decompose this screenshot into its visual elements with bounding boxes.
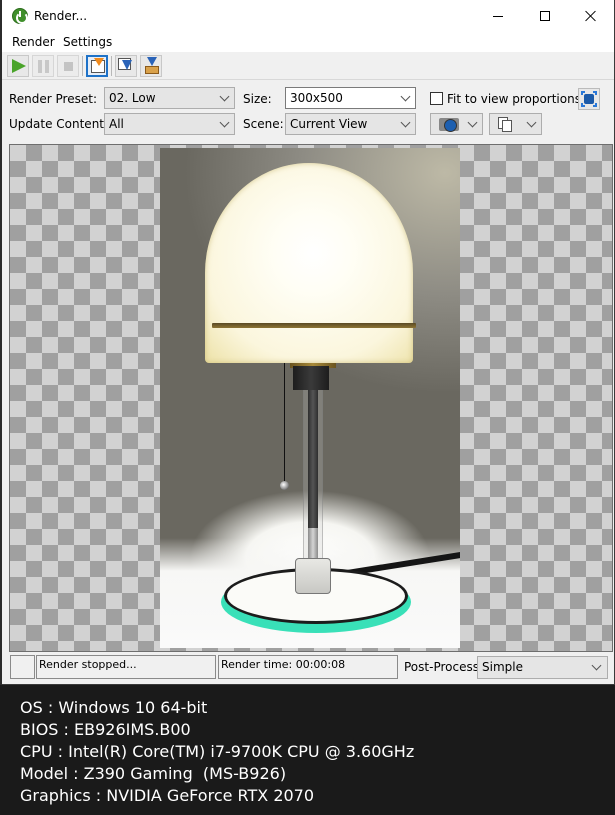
close-icon <box>585 10 597 22</box>
render-preset-label: Render Preset: <box>9 92 97 106</box>
chevron-down-icon <box>400 91 411 102</box>
lamp-socket <box>293 366 329 390</box>
post-process-dropdown[interactable]: Simple <box>477 656 608 679</box>
graphics-info: Graphics : NVIDIA GeForce RTX 2070 <box>20 786 315 805</box>
lamp-foot <box>295 558 331 594</box>
scene-dropdown[interactable]: Current View <box>285 113 416 135</box>
size-label: Size: <box>243 92 272 106</box>
os-info: OS : Windows 10 64-bit <box>20 698 208 717</box>
corner-mark <box>581 91 585 95</box>
size-value: 300x500 <box>290 91 343 105</box>
save-image-button[interactable] <box>86 55 108 77</box>
post-process-value: Simple <box>482 660 523 674</box>
maximize-button[interactable] <box>522 0 568 32</box>
render-window: Render... Render Settings Render Preset:… <box>0 0 615 685</box>
menu-settings[interactable]: Settings <box>63 35 112 49</box>
copy-image-button[interactable] <box>115 55 137 77</box>
toolbar <box>1 52 614 80</box>
window-edge <box>0 0 2 685</box>
render-preset-value: 02. Low <box>109 91 156 105</box>
arrow-down-icon <box>122 60 132 70</box>
window-title: Render... <box>34 9 88 23</box>
cpu-info: CPU : Intel(R) Core(TM) i7-9700K CPU @ 3… <box>20 742 415 761</box>
start-render-button[interactable] <box>7 55 29 77</box>
scene-label: Scene: <box>243 117 284 131</box>
title-bar[interactable]: Render... <box>1 0 614 32</box>
corner-mark <box>581 103 585 107</box>
documents-icon <box>498 117 514 132</box>
copy-options-dropdown[interactable] <box>489 113 542 135</box>
close-button[interactable] <box>568 0 614 32</box>
pause-icon <box>38 60 49 73</box>
arrow-down-icon <box>147 57 157 66</box>
toolbar-separator <box>111 56 112 76</box>
render-time: Render time: 00:00:08 <box>218 655 398 679</box>
render-status-text: Render stopped... <box>39 658 137 671</box>
chevron-down-icon <box>219 91 230 102</box>
render-preset-dropdown[interactable]: 02. Low <box>104 87 235 109</box>
stop-render-button[interactable] <box>57 55 79 77</box>
system-info-overlay: OS : Windows 10 64-bit BIOS : EB926IMS.B… <box>20 697 414 807</box>
minimize-button[interactable] <box>475 0 521 32</box>
lamp-pull-cord <box>284 353 285 483</box>
chevron-down-icon <box>526 117 537 128</box>
toolbar-separator <box>82 56 83 76</box>
lamp-globe-rim <box>212 323 416 328</box>
lamp-globe <box>205 163 413 363</box>
camera-dropdown[interactable] <box>430 113 483 135</box>
post-process-label: Post-Process: <box>404 660 484 674</box>
rendered-image <box>160 148 460 648</box>
export-button[interactable] <box>140 55 162 77</box>
power-icon <box>12 8 28 24</box>
status-indicator <box>10 655 35 679</box>
chevron-down-icon <box>400 117 411 128</box>
fit-to-view-label[interactable]: Fit to view proportions <box>447 92 581 106</box>
render-viewport[interactable] <box>9 144 613 652</box>
corner-mark <box>593 91 597 95</box>
pause-render-button[interactable] <box>32 55 54 77</box>
scene-value: Current View <box>290 117 368 131</box>
model-info: Model : Z390 Gaming (MS-B926) <box>20 764 287 783</box>
fit-view-button[interactable] <box>578 88 600 110</box>
update-content-label: Update Content: <box>9 117 109 131</box>
chevron-down-icon <box>591 660 602 671</box>
bios-info: BIOS : EB926IMS.B00 <box>20 720 191 739</box>
minimize-icon <box>493 15 503 17</box>
corner-mark <box>593 103 597 107</box>
render-time-text: Render time: 00:00:08 <box>221 658 346 671</box>
page-shape <box>502 120 512 132</box>
download-arrow-icon <box>94 58 104 66</box>
play-icon <box>12 59 26 73</box>
export-box-icon <box>145 66 159 74</box>
camera-icon <box>439 118 459 132</box>
menu-render[interactable]: Render <box>12 35 55 49</box>
fit-to-view-checkbox[interactable] <box>430 92 443 105</box>
update-content-dropdown[interactable]: All <box>104 113 235 135</box>
lamp-pull-bead <box>280 481 289 490</box>
chevron-down-icon <box>219 117 230 128</box>
stop-icon <box>64 62 73 71</box>
update-content-value: All <box>109 117 124 131</box>
chevron-down-icon <box>467 117 478 128</box>
menu-bar: Render Settings <box>1 32 614 52</box>
size-dropdown[interactable]: 300x500 <box>285 87 416 109</box>
maximize-icon <box>540 11 550 21</box>
render-status: Render stopped... <box>36 655 216 679</box>
